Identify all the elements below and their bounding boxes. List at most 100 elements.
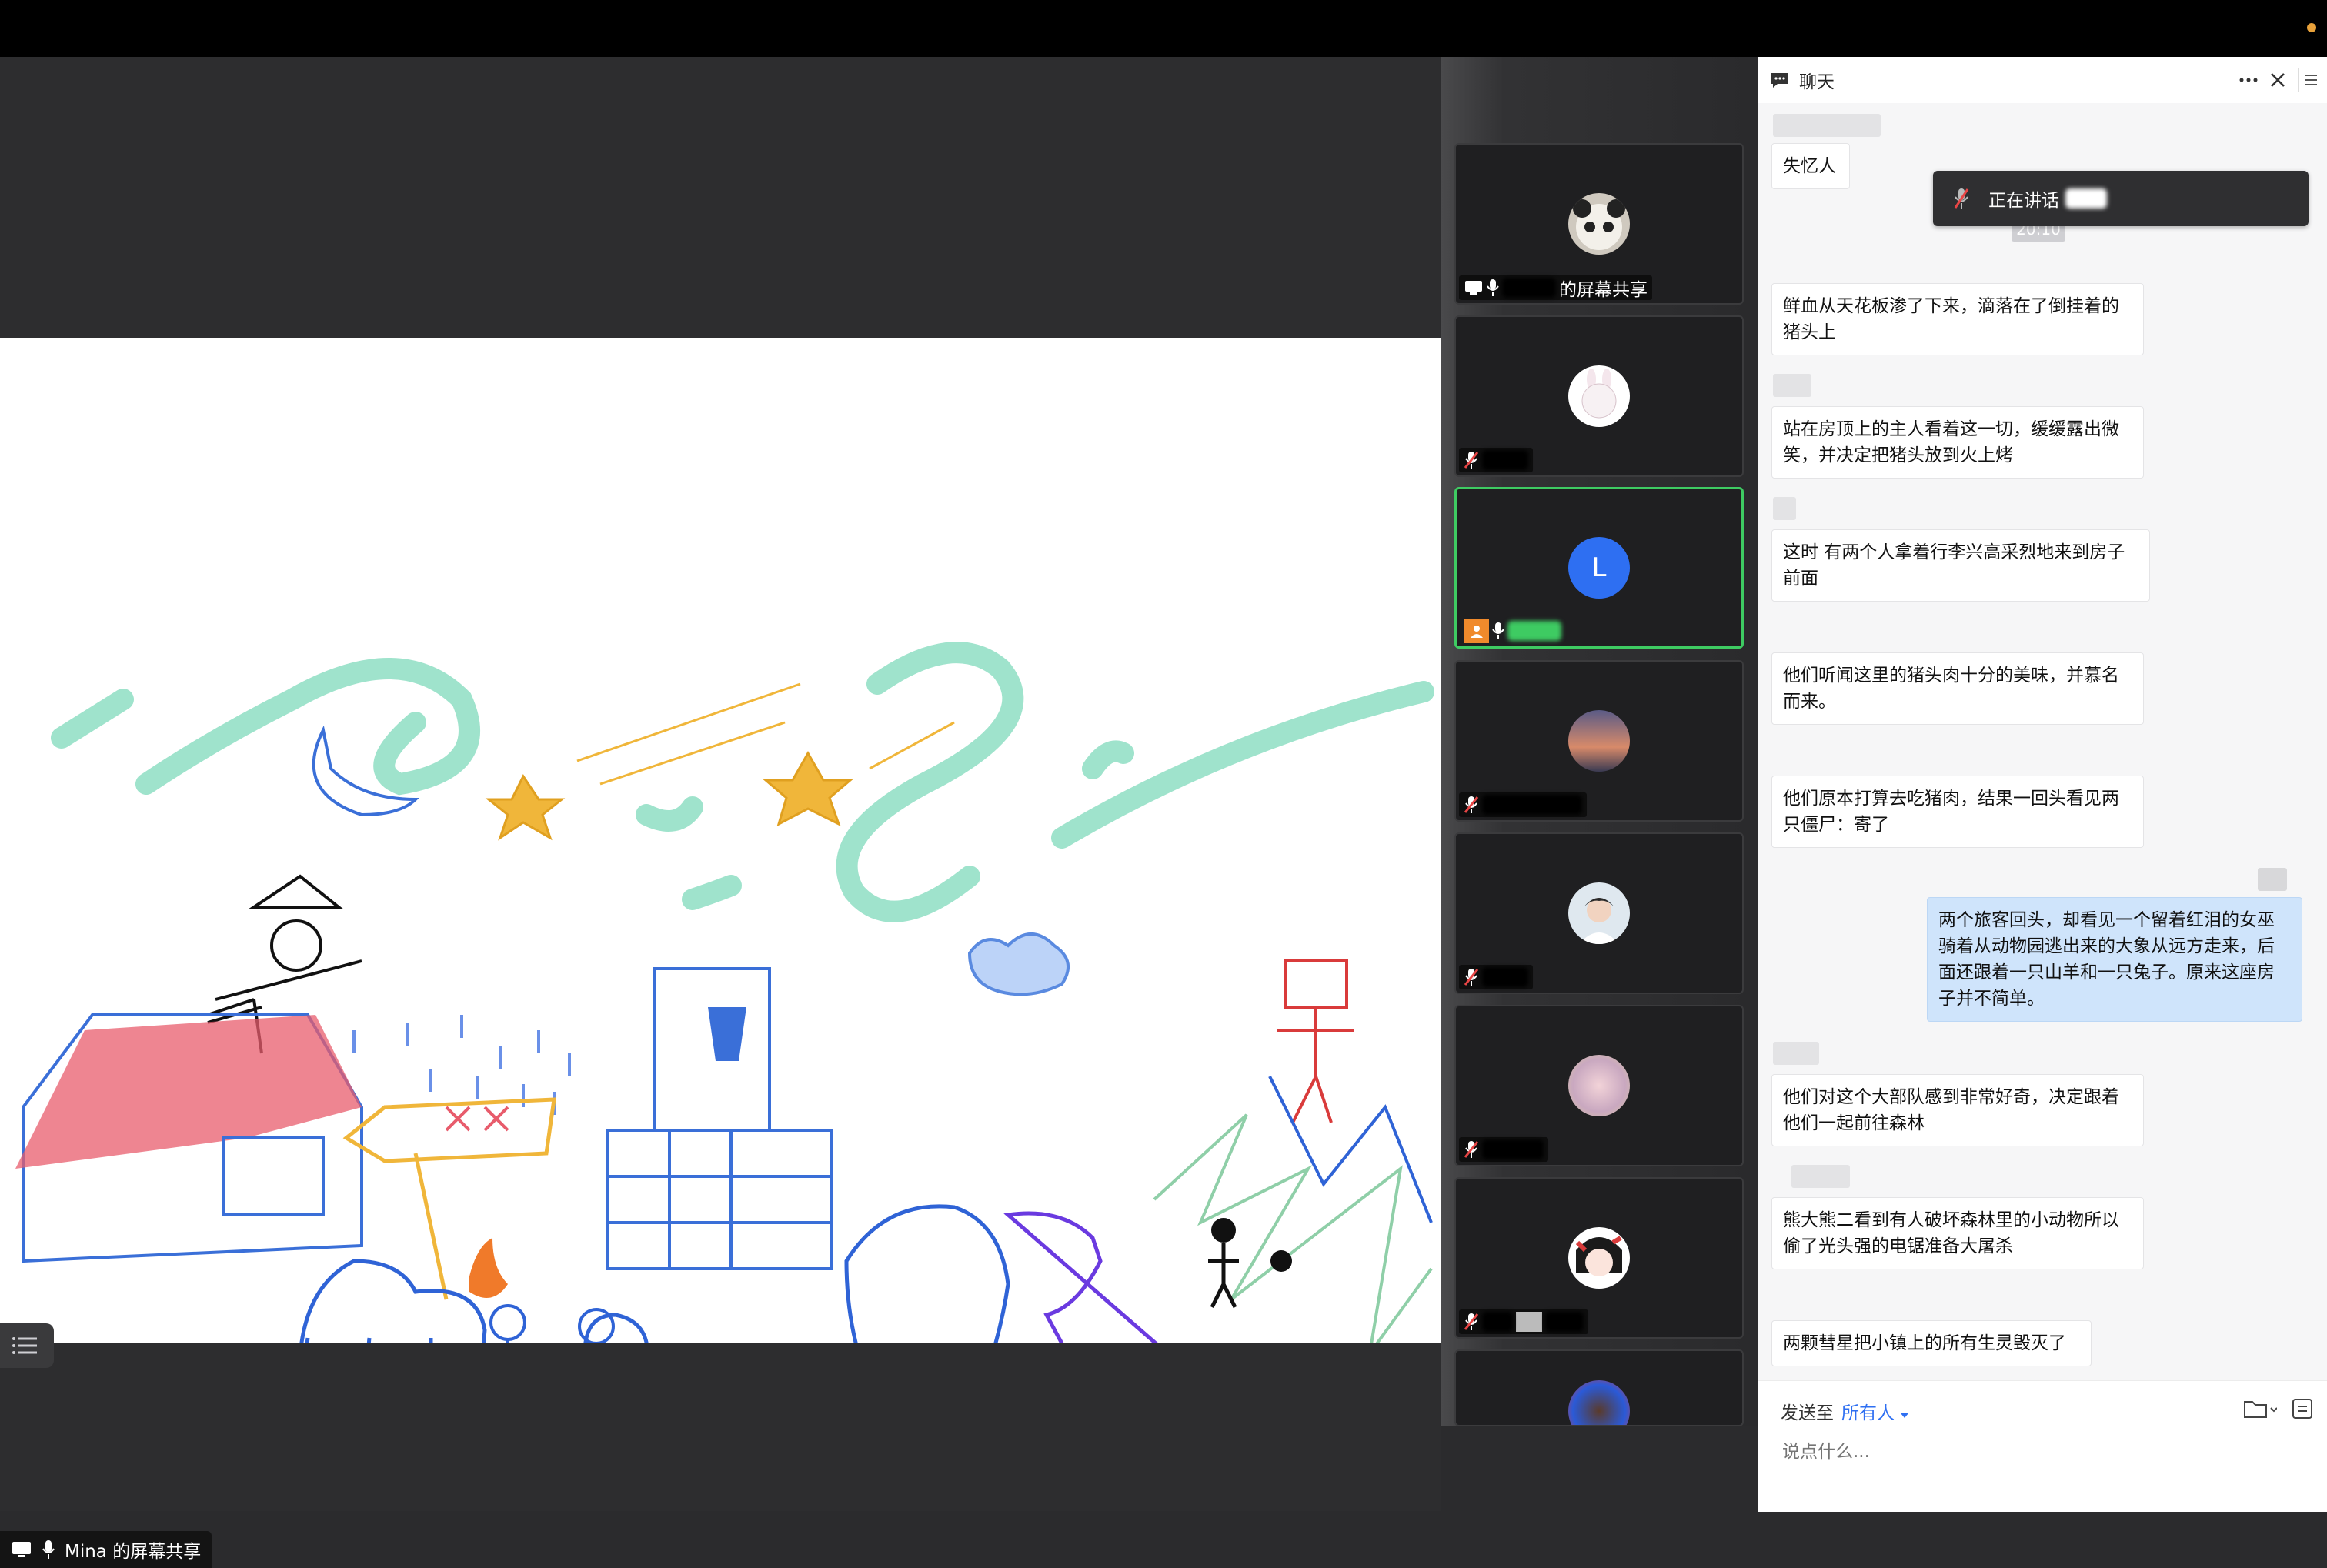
top-bar [0, 0, 2327, 57]
flower-avatar-icon [1568, 1055, 1630, 1116]
tile-name-bar [1459, 1309, 1588, 1334]
participant-tile[interactable] [1454, 315, 1744, 477]
close-icon [2271, 73, 2285, 87]
tile-name-bar [1459, 448, 1533, 472]
chat-message-mine: 两个旅客回头，却看见一个留着红泪的女巫骑着从动物园逃出来的大象从远方走来，后面还… [1927, 897, 2302, 1022]
chat-message-input[interactable] [1781, 1432, 2307, 1472]
mic-muted-icon [1464, 796, 1479, 813]
user-icon [1464, 619, 1489, 643]
name-redacted [1482, 967, 1528, 987]
message-text: 两颗彗星把小镇上的所有生灵毁灭了 [1783, 1333, 2066, 1353]
sender-name-redacted [1791, 1165, 1850, 1188]
chat-composer: 发送至 所有人 [1758, 1380, 2327, 1512]
chat-message: 站在房顶上的主人看着这一切，缓缓露出微笑，并决定把猪头放到火上烤 [1771, 406, 2144, 479]
chat-message: 鲜血从天花板渗了下来，滴落在了倒挂着的猪头上 [1771, 283, 2144, 355]
mic-muted-icon [1464, 969, 1479, 986]
message-text: 站在房顶上的主人看着这一切，缓缓露出微笑，并决定把猪头放到火上烤 [1783, 419, 2119, 465]
name-redacted [1502, 278, 1556, 298]
message-text: 他们听闻这里的猪头肉十分的美味，并慕名而来。 [1783, 666, 2119, 712]
participant-tile[interactable]: 的屏幕共享 [1454, 143, 1744, 305]
mic-icon [1492, 622, 1504, 639]
chat-message: 他们原本打算去吃猪肉，结果一回头看见两只僵尸：寄了 [1771, 776, 2144, 848]
participant-tile[interactable] [1454, 1349, 1744, 1426]
mic-muted-icon [1464, 1141, 1479, 1158]
chat-icon [1771, 73, 1788, 88]
mic-muted-icon [1954, 188, 1969, 209]
sender-name-redacted [1773, 114, 1881, 137]
sender-name-redacted [1773, 497, 1796, 520]
participant-tile-active[interactable]: L [1454, 487, 1744, 649]
chat-message: 熊大熊二看到有人破坏森林里的小动物所以偷了光头强的电锯准备大屠杀 [1771, 1197, 2144, 1269]
avatar [1568, 882, 1630, 944]
send-to-selector[interactable]: 发送至 所有人 [1781, 1398, 1909, 1424]
screen-share-stage: Mina 的屏幕共享 [0, 57, 1441, 1568]
tile-name-bar [1459, 792, 1587, 817]
chat-message: 两颗彗星把小镇上的所有生灵毁灭了 [1771, 1320, 2092, 1366]
message-text: 他们原本打算去吃猪肉，结果一回头看见两只僵尸：寄了 [1783, 789, 2119, 835]
sender-name-redacted [2258, 868, 2287, 891]
avatar [1568, 193, 1630, 255]
name-redacted [1545, 1312, 1584, 1332]
message-text: 熊大熊二看到有人破坏森林里的小动物所以偷了光头强的电锯准备大屠杀 [1783, 1210, 2119, 1256]
status-dot [2307, 23, 2316, 32]
message-text: 两个旅客回头，却看见一个留着红泪的女巫骑着从动物园逃出来的大象从远方走来，后面还… [1938, 910, 2275, 1009]
participant-tile[interactable] [1454, 1005, 1744, 1166]
message-text: 失忆人 [1783, 156, 1836, 176]
send-to-label: 发送至 [1781, 1403, 1834, 1423]
anime-avatar-icon [1575, 1236, 1622, 1276]
tile-name-bar [1459, 1137, 1548, 1162]
more-icon [2239, 78, 2258, 82]
chat-title: 聊天 [1799, 72, 1835, 92]
folder-icon [2244, 1401, 2277, 1418]
sky-stroke [51, 689, 134, 749]
file-upload-button[interactable] [2238, 1395, 2282, 1423]
announcement-button[interactable] [2289, 1395, 2316, 1423]
share-tag: 的屏幕共享 [1559, 280, 1648, 300]
tile-name-bar: 的屏幕共享 [1459, 275, 1652, 300]
participant-tile[interactable] [1454, 1177, 1744, 1339]
sender-name-redacted [1773, 1042, 1819, 1065]
shared-drawing-canvas [0, 338, 1441, 1343]
message-text: 他们对这个大部队感到非常好奇，决定跟着他们一起前往森林 [1783, 1087, 2119, 1133]
chat-message: 失忆人 [1771, 143, 1850, 189]
toc-button[interactable] [0, 1323, 54, 1368]
drawing [15, 642, 1434, 1343]
mic-icon [42, 1540, 55, 1559]
name-redacted [1482, 1139, 1544, 1159]
chat-message: 他们对这个大部队感到非常好奇，决定跟着他们一起前往森林 [1771, 1074, 2144, 1146]
sunset-avatar-icon [1568, 710, 1630, 772]
chat-panel: 聊天 失忆人 20:10 鲜血从天花板渗了下来，滴落在了倒挂着的猪头上 站在房顶… [1758, 57, 2327, 1512]
announcement-icon [2292, 1399, 2312, 1419]
sender-name-redacted [1773, 374, 1811, 397]
more-options-button[interactable] [2235, 68, 2262, 92]
chat-header: 聊天 [1758, 57, 2327, 103]
participant-tile[interactable] [1454, 660, 1744, 822]
screen-icon [12, 1542, 31, 1557]
tile-name-bar [1459, 965, 1533, 989]
name-redacted [1482, 1312, 1513, 1332]
bunny-avatar-icon [1581, 369, 1617, 419]
speaking-indicator: 正在讲话 [1933, 171, 2309, 226]
colorful-avatar-icon [1568, 1380, 1630, 1425]
speaking-label: 正在讲话 [1988, 191, 2059, 211]
tile-name-bar [1460, 619, 1566, 643]
chat-message-list[interactable]: 失忆人 20:10 鲜血从天花板渗了下来，滴落在了倒挂着的猪头上 站在房顶上的主… [1758, 103, 2327, 1380]
send-to-value[interactable]: 所有人 [1841, 1403, 1895, 1423]
name-redacted [2065, 188, 2107, 209]
sidebar-menu-button[interactable] [2298, 68, 2323, 92]
close-chat-button[interactable] [2265, 68, 2290, 92]
mic-muted-icon [1464, 1313, 1479, 1330]
person-avatar-icon [1579, 898, 1619, 944]
mic-muted-icon [1464, 452, 1479, 469]
participant-tile[interactable] [1454, 832, 1744, 994]
chat-message: 这时 有两个人拿着行李兴高采烈地来到房子前面 [1771, 529, 2150, 602]
list-icon [12, 1337, 37, 1354]
share-owner-label: Mina 的屏幕共享 [65, 1542, 202, 1562]
screen-share-label: Mina 的屏幕共享 [0, 1531, 212, 1568]
avatar [1568, 365, 1630, 427]
message-text: 这时 有两个人拿着行李兴高采烈地来到房子前面 [1783, 542, 2125, 589]
panda-avatar-icon [1573, 199, 1625, 250]
name-redacted [1482, 795, 1582, 815]
mic-icon [1487, 279, 1499, 296]
avatar-initial: L [1591, 552, 1607, 583]
